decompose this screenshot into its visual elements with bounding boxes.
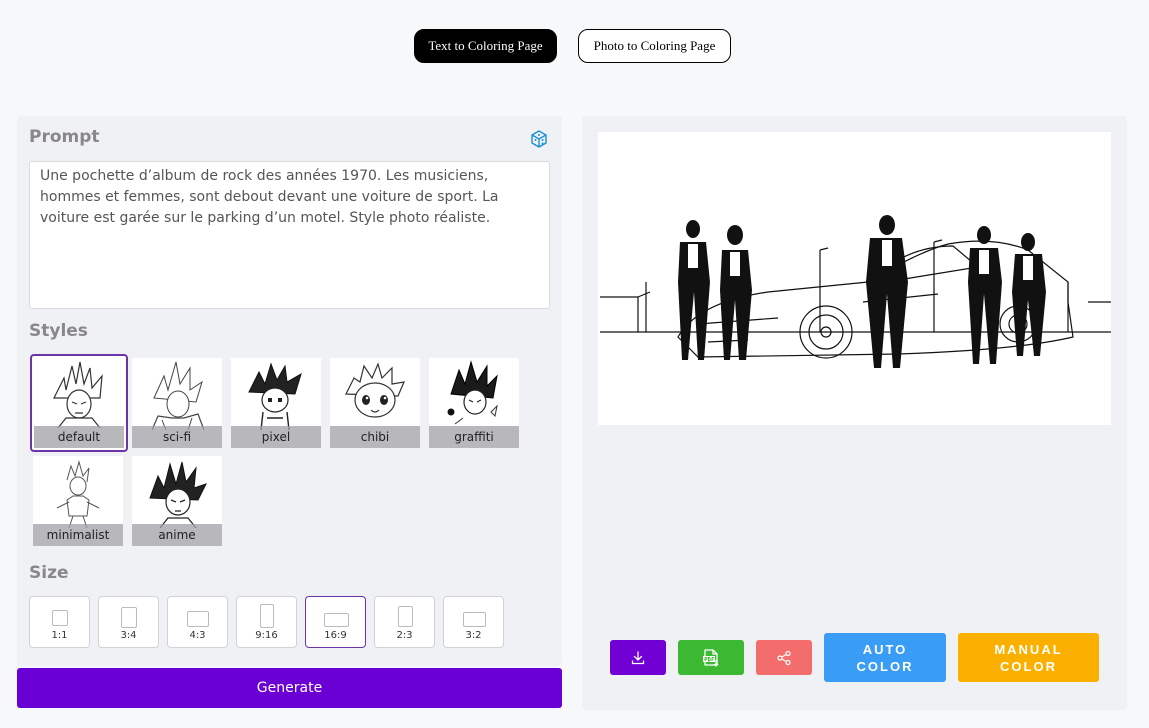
square-ratio-icon <box>52 610 68 626</box>
style-minimalist[interactable]: minimalist <box>33 456 123 546</box>
size-option-2-3[interactable]: 2:3 <box>374 596 435 648</box>
style-label: pixel <box>231 426 321 448</box>
style-minimalist-thumbnail <box>56 460 100 528</box>
size-option-16-9[interactable]: 16:9 <box>305 596 366 648</box>
style-graffiti[interactable]: graffiti <box>429 358 519 448</box>
style-default-thumbnail <box>53 361 103 428</box>
size-label: 4:3 <box>189 630 206 641</box>
size-label: 3:2 <box>465 630 482 641</box>
result-panel: AUTO COLOR MANUAL COLOR <box>582 116 1127 710</box>
pdf-download-icon <box>703 648 719 667</box>
style-anime[interactable]: anime <box>132 456 222 546</box>
style-sci-fi[interactable]: sci-fi <box>132 358 222 448</box>
size-label: 2:3 <box>396 630 413 641</box>
style-label: graffiti <box>429 426 519 448</box>
landscape-ratio-icon <box>463 612 486 627</box>
prompt-input[interactable]: Une pochette d’album de rock des années … <box>29 161 550 309</box>
portrait-ratio-icon <box>398 606 413 627</box>
size-option-3-2[interactable]: 3:2 <box>443 596 504 648</box>
style-pixel[interactable]: pixel <box>231 358 321 448</box>
auto-color-label: AUTO COLOR <box>856 641 914 674</box>
result-preview <box>598 132 1111 425</box>
style-label: minimalist <box>33 524 123 546</box>
style-default[interactable]: default <box>30 354 128 452</box>
manual-color-label: MANUAL COLOR <box>994 641 1063 674</box>
settings-panel: Prompt Une pochette d’album de rock des … <box>17 116 562 666</box>
coloring-page-image <box>600 215 1111 368</box>
download-icon <box>631 650 645 664</box>
download-button[interactable] <box>610 640 666 675</box>
size-option-4-3[interactable]: 4:3 <box>167 596 228 648</box>
styles-title: Styles <box>29 321 88 341</box>
style-graffiti-thumbnail <box>447 360 498 425</box>
size-title: Size <box>29 563 69 583</box>
style-label: chibi <box>330 426 420 448</box>
auto-color-button[interactable]: AUTO COLOR <box>824 633 946 682</box>
tab-text-to-coloring[interactable]: Text to Coloring Page <box>414 29 557 63</box>
style-pixel-thumbnail <box>248 362 302 430</box>
pdf-download-button[interactable] <box>678 640 744 675</box>
landscape-ratio-icon <box>187 611 209 627</box>
size-label: 9:16 <box>255 630 278 641</box>
style-label: sci-fi <box>132 426 222 448</box>
style-chibi[interactable]: chibi <box>330 358 420 448</box>
size-option-1-1[interactable]: 1:1 <box>29 596 90 648</box>
style-anime-thumbnail <box>149 461 207 528</box>
manual-color-button[interactable]: MANUAL COLOR <box>958 633 1099 682</box>
style-label: anime <box>132 524 222 546</box>
mode-tabs: Text to Coloring Page Photo to Coloring … <box>0 29 1149 63</box>
style-sci-fi-thumbnail <box>151 361 205 430</box>
size-option-3-4[interactable]: 3:4 <box>98 596 159 648</box>
style-label: default <box>34 426 124 448</box>
portrait-ratio-icon <box>121 607 137 628</box>
tall-ratio-icon <box>260 604 274 628</box>
size-label: 1:1 <box>51 630 68 641</box>
size-label: 16:9 <box>324 630 347 641</box>
generate-button[interactable]: Generate <box>17 668 562 708</box>
prompt-title: Prompt <box>29 127 100 147</box>
style-chibi-thumbnail <box>345 362 405 418</box>
size-option-9-16[interactable]: 9:16 <box>236 596 297 648</box>
tab-photo-to-coloring[interactable]: Photo to Coloring Page <box>578 29 731 63</box>
size-label: 3:4 <box>120 630 137 641</box>
share-button[interactable] <box>756 640 812 675</box>
share-icon <box>777 650 791 665</box>
dice-icon[interactable] <box>529 129 549 149</box>
wide-ratio-icon <box>324 613 349 627</box>
